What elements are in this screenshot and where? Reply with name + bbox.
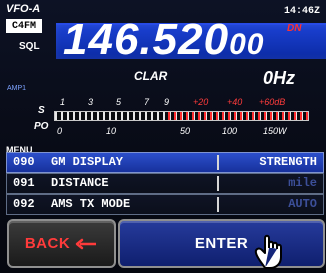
po-scale-10: 10 [106, 126, 117, 136]
menu-row-divider [217, 197, 219, 212]
radio-screen: VFO-A C4FM SQL 146.52000 14:46Z DN CLAR … [0, 0, 326, 273]
s-scale-plus60db: +60dB [259, 97, 286, 107]
menu-row-092[interactable]: 092 AMS TX MODE AUTO [6, 194, 324, 215]
menu-row-divider [217, 176, 219, 191]
amp-label: AMP1 [7, 85, 27, 92]
hand-pointer-icon [254, 234, 282, 269]
dn-indicator: DN [287, 23, 302, 34]
po-label: PO [34, 121, 49, 132]
clock: 14:46Z [284, 6, 320, 17]
s-po-meter: S PO 1 3 5 7 9 +20 +40 +60dB 0 10 50 100… [26, 97, 309, 143]
frequency-small: 00 [229, 28, 265, 61]
menu-row-name: GM DISPLAY [51, 155, 124, 169]
s-label: S [38, 105, 45, 116]
menu-row-number: 090 [13, 155, 35, 169]
mode-badge: C4FM [6, 19, 42, 33]
clar-label: CLAR [134, 69, 168, 83]
back-button-label: BACK [24, 235, 71, 252]
meter-bar [54, 111, 309, 121]
menu-row-divider [217, 155, 219, 170]
status-area: VFO-A C4FM SQL 146.52000 14:46Z DN [3, 3, 326, 64]
menu-row-name: DISTANCE [51, 176, 109, 190]
menu-row-name: AMS TX MODE [51, 197, 131, 211]
menu-row-value: mile [288, 176, 317, 190]
menu-row-value: AUTO [288, 197, 317, 211]
po-scale-50: 50 [180, 126, 191, 136]
back-button[interactable]: BACK [7, 219, 116, 268]
frequency-main: 146.520 [63, 15, 230, 64]
menu-row-number: 091 [13, 176, 35, 190]
enter-button-label: ENTER [194, 235, 249, 252]
menu-row-090[interactable]: 090 GM DISPLAY STRENGTH [6, 152, 324, 173]
s-scale-5: 5 [116, 97, 122, 107]
s-scale-9: 9 [164, 97, 170, 107]
vfo-label: VFO-A [6, 3, 41, 15]
po-scale-100: 100 [222, 126, 238, 136]
po-scale-0: 0 [57, 126, 63, 136]
clar-value: 0Hz [263, 68, 296, 88]
menu-row-091[interactable]: 091 DISTANCE mile [6, 173, 324, 194]
s-scale-7: 7 [144, 97, 150, 107]
po-scale-150w: 150W [263, 126, 287, 136]
s-scale-1: 1 [60, 97, 66, 107]
enter-button[interactable]: ENTER [118, 219, 325, 268]
menu-row-number: 092 [13, 197, 35, 211]
back-arrow-icon [75, 238, 97, 249]
frequency-display[interactable]: 146.52000 [63, 15, 264, 65]
s-scale-3: 3 [88, 97, 94, 107]
s-scale-plus40: +40 [227, 97, 243, 107]
meter-red-ticks [168, 112, 308, 120]
s-scale-plus20: +20 [193, 97, 209, 107]
clock-suffix: Z [313, 6, 320, 17]
sql-label: SQL [19, 41, 40, 52]
menu-row-value: STRENGTH [259, 155, 317, 169]
clock-time: 14:46 [283, 6, 314, 17]
